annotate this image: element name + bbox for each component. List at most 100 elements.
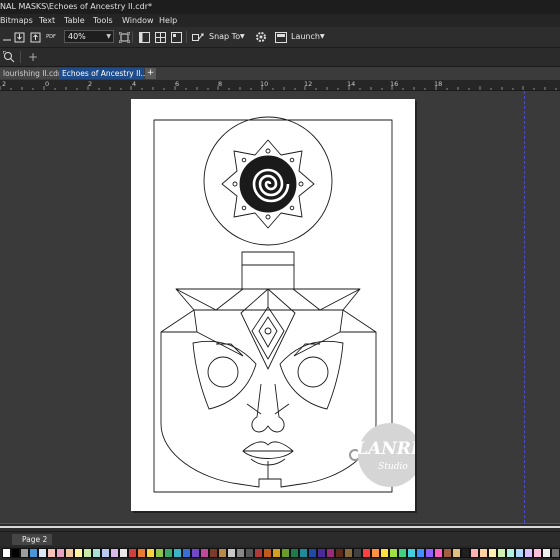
palette-swatch[interactable]: [182, 548, 191, 558]
palette-swatch[interactable]: [452, 548, 461, 558]
palette-swatch[interactable]: [92, 548, 101, 558]
palette-swatch[interactable]: [209, 548, 218, 558]
palette-swatch[interactable]: [110, 548, 119, 558]
palette-swatch[interactable]: [371, 548, 380, 558]
menu-tools[interactable]: Tools: [93, 16, 113, 25]
logo-text: LANRE: [355, 439, 415, 459]
show-rulers-icon[interactable]: [137, 30, 151, 44]
full-screen-preview-icon[interactable]: [117, 30, 131, 44]
menu-bitmaps[interactable]: Bitmaps: [0, 16, 33, 25]
palette-swatch[interactable]: [542, 548, 551, 558]
palette-swatch[interactable]: [497, 548, 506, 558]
launch-button[interactable]: Launch: [291, 32, 320, 41]
chevron-down-icon[interactable]: ▼: [320, 33, 325, 40]
tab-flourishing[interactable]: lourishing II.cdr: [0, 68, 61, 79]
palette-swatch[interactable]: [47, 548, 56, 558]
toolbar-separator: [186, 31, 187, 43]
palette-swatch[interactable]: [344, 548, 353, 558]
palette-swatch[interactable]: [380, 548, 389, 558]
palette-swatch[interactable]: [83, 548, 92, 558]
menu-window[interactable]: Window: [122, 16, 154, 25]
palette-swatch[interactable]: [101, 548, 110, 558]
horizontal-ruler[interactable]: 2 0 2 4 6 8 10 12 14 16 18: [0, 80, 560, 91]
palette-swatch[interactable]: [173, 548, 182, 558]
publish-pdf-button[interactable]: PDF: [44, 30, 58, 44]
snap-to-icon[interactable]: [191, 30, 205, 44]
palette-swatch[interactable]: [119, 548, 128, 558]
palette-swatch[interactable]: [128, 548, 137, 558]
palette-swatch[interactable]: [353, 548, 362, 558]
zoom-level-select[interactable]: 40% ▼: [64, 30, 114, 43]
palette-swatch[interactable]: [155, 548, 164, 558]
palette-swatch[interactable]: [488, 548, 497, 558]
palette-swatch[interactable]: [335, 548, 344, 558]
palette-swatch[interactable]: [407, 548, 416, 558]
palette-swatch[interactable]: [389, 548, 398, 558]
show-guidelines-icon[interactable]: [169, 30, 183, 44]
palette-swatch[interactable]: [524, 548, 533, 558]
add-icon[interactable]: +: [26, 50, 40, 64]
palette-swatch[interactable]: [470, 548, 479, 558]
document-page[interactable]: LANRE Studio: [131, 99, 434, 511]
palette-swatch[interactable]: [515, 548, 524, 558]
palette-swatch[interactable]: [299, 548, 308, 558]
document-tabs: lourishing II.cdr Echoes of Ancestry II.…: [0, 67, 560, 80]
menu-help[interactable]: Help: [159, 16, 177, 25]
palette-swatch[interactable]: [281, 548, 290, 558]
show-grid-icon[interactable]: [153, 30, 167, 44]
palette-swatch[interactable]: [164, 548, 173, 558]
tab-echoes-of-ancestry[interactable]: Echoes of Ancestry II...: [59, 68, 148, 79]
neck-band-top: [241, 251, 295, 266]
snap-to-button[interactable]: Snap To: [209, 32, 240, 41]
palette-swatch[interactable]: [218, 548, 227, 558]
scrollbar-thumb[interactable]: [0, 526, 560, 528]
palette-swatch[interactable]: [326, 548, 335, 558]
menu-text[interactable]: Text: [39, 16, 55, 25]
palette-swatch[interactable]: [236, 548, 245, 558]
palette-swatch[interactable]: [434, 548, 443, 558]
palette-swatch[interactable]: [398, 548, 407, 558]
palette-swatch[interactable]: [65, 548, 74, 558]
palette-swatch[interactable]: [533, 548, 542, 558]
palette-swatch[interactable]: [245, 548, 254, 558]
horizontal-scrollbar[interactable]: [0, 523, 560, 531]
chevron-down-icon[interactable]: ▼: [240, 33, 245, 40]
palette-swatch[interactable]: [416, 548, 425, 558]
palette-swatch[interactable]: [227, 548, 236, 558]
palette-swatch[interactable]: [29, 548, 38, 558]
launch-icon[interactable]: [274, 30, 288, 44]
menu-table[interactable]: Table: [64, 16, 85, 25]
import-icon[interactable]: [12, 30, 26, 44]
new-tab-button[interactable]: +: [145, 68, 156, 79]
palette-swatch[interactable]: [146, 548, 155, 558]
palette-swatch[interactable]: [506, 548, 515, 558]
palette-swatch[interactable]: [11, 548, 20, 558]
gear-icon[interactable]: [254, 30, 268, 44]
palette-swatch[interactable]: [425, 548, 434, 558]
palette-swatch[interactable]: [263, 548, 272, 558]
palette-swatch[interactable]: [317, 548, 326, 558]
export-icon[interactable]: [28, 30, 42, 44]
palette-swatch[interactable]: [308, 548, 317, 558]
left-eye: [192, 340, 257, 410]
palette-swatch[interactable]: [461, 548, 470, 558]
palette-swatch[interactable]: [443, 548, 452, 558]
palette-swatch[interactable]: [191, 548, 200, 558]
palette-swatch[interactable]: [38, 548, 47, 558]
palette-swatch[interactable]: [290, 548, 299, 558]
palette-swatch[interactable]: [254, 548, 263, 558]
palette-swatch[interactable]: [479, 548, 488, 558]
palette-swatch[interactable]: [56, 548, 65, 558]
palette-swatch[interactable]: [137, 548, 146, 558]
palette-swatch[interactable]: [20, 548, 29, 558]
page-tab[interactable]: Page 2: [12, 534, 52, 545]
palette-swatch[interactable]: [200, 548, 209, 558]
palette-swatch[interactable]: [272, 548, 281, 558]
mask-artwork[interactable]: LANRE Studio: [131, 99, 434, 511]
palette-swatch[interactable]: [2, 548, 11, 558]
palette-swatch[interactable]: [362, 548, 371, 558]
zoom-tool-icon[interactable]: [2, 50, 16, 64]
palette-swatch[interactable]: [74, 548, 83, 558]
palette-swatch[interactable]: [551, 548, 560, 558]
guideline[interactable]: [524, 91, 525, 523]
